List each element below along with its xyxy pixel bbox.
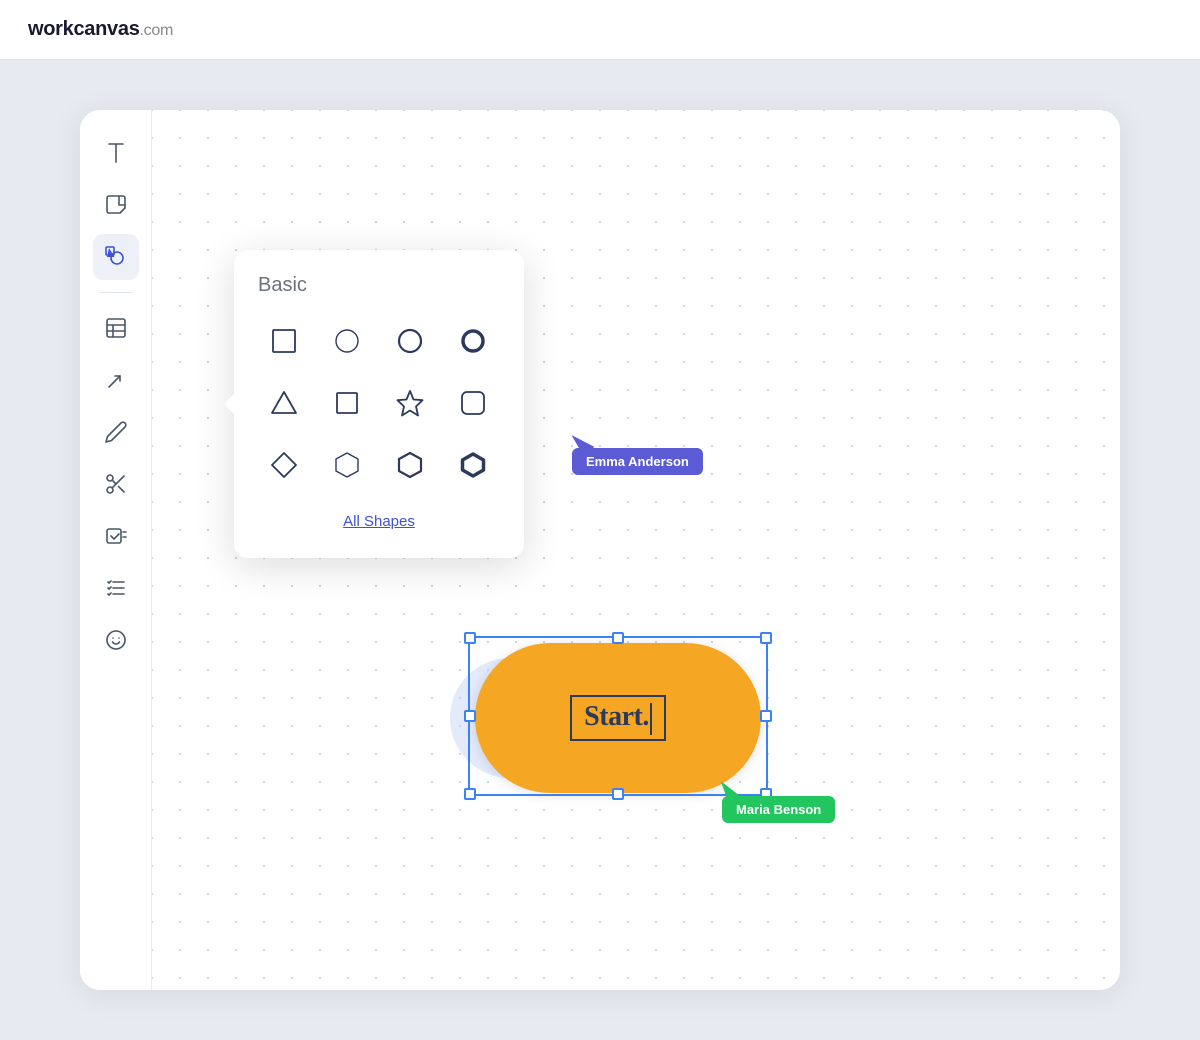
circle-thin-icon (331, 325, 363, 357)
emma-cursor-label: Emma Anderson (572, 448, 703, 475)
tasks-icon (104, 576, 128, 600)
shape-diamond[interactable] (258, 439, 310, 491)
triangle-icon (268, 387, 300, 419)
shape-square-rounded[interactable] (447, 377, 499, 429)
shape-circle-thick[interactable] (447, 315, 499, 367)
emoji-tool[interactable] (93, 617, 139, 663)
circle-medium-icon (394, 325, 426, 357)
circle-thick-icon (457, 325, 489, 357)
cut-icon (104, 472, 128, 496)
emoji-icon (104, 628, 128, 652)
shapes-icon (104, 245, 128, 269)
square-small-icon (331, 387, 363, 419)
shape-circle-medium[interactable] (384, 315, 436, 367)
hexagon-medium-icon (394, 449, 426, 481)
start-shape[interactable]: Start. (475, 643, 761, 793)
table-tool[interactable] (93, 305, 139, 351)
shape-circle-thin[interactable] (321, 315, 373, 367)
star-icon (394, 387, 426, 419)
handle-bl[interactable] (464, 788, 476, 800)
all-shapes-link[interactable]: All Shapes (258, 509, 500, 534)
hexagon-thin-icon (331, 449, 363, 481)
pen-icon (104, 420, 128, 444)
text-icon (104, 141, 128, 165)
canvas-container: Basic (80, 110, 1120, 990)
shape-hexagon-thin[interactable] (321, 439, 373, 491)
shapes-grid (258, 315, 500, 491)
checkbox-icon (104, 524, 128, 548)
table-icon (104, 316, 128, 340)
maria-cursor: Maria Benson (722, 778, 835, 823)
sticky-note-tool[interactable] (93, 182, 139, 228)
sticky-note-icon (104, 193, 128, 217)
shape-square-small[interactable] (321, 377, 373, 429)
header: workcanvas.com (0, 0, 1200, 60)
shape-square[interactable] (258, 315, 310, 367)
text-tool[interactable] (93, 130, 139, 176)
shape-star[interactable] (384, 377, 436, 429)
popup-title: Basic (258, 274, 500, 297)
emma-cursor: Emma Anderson (572, 430, 703, 475)
diamond-icon (268, 449, 300, 481)
sidebar (80, 110, 152, 990)
handle-mr[interactable] (760, 710, 772, 722)
pen-tool[interactable] (93, 409, 139, 455)
square-icon (268, 325, 300, 357)
connector-tool[interactable] (93, 357, 139, 403)
shapes-tool[interactable] (93, 234, 139, 280)
main-area: Basic (0, 60, 1200, 1040)
shape-hexagon-thick[interactable] (447, 439, 499, 491)
handle-tr[interactable] (760, 632, 772, 644)
logo-work: work (28, 18, 73, 40)
cut-tool[interactable] (93, 461, 139, 507)
shape-triangle[interactable] (258, 377, 310, 429)
logo-dotcom: .com (140, 22, 173, 39)
logo-canvas: canvas (73, 18, 139, 40)
logo: workcanvas.com (28, 18, 173, 41)
shapes-popup: Basic (234, 250, 524, 558)
handle-tl[interactable] (464, 632, 476, 644)
maria-cursor-label: Maria Benson (722, 796, 835, 823)
tasks-tool[interactable] (93, 565, 139, 611)
shape-hexagon-medium[interactable] (384, 439, 436, 491)
canvas-area[interactable]: Basic (152, 110, 1120, 990)
connector-icon (104, 368, 128, 392)
checkbox-tool[interactable] (93, 513, 139, 559)
hexagon-thick-icon (457, 449, 489, 481)
start-shape-text: Start. (570, 695, 666, 741)
square-rounded-icon (457, 387, 489, 419)
sidebar-divider-1 (100, 292, 132, 293)
